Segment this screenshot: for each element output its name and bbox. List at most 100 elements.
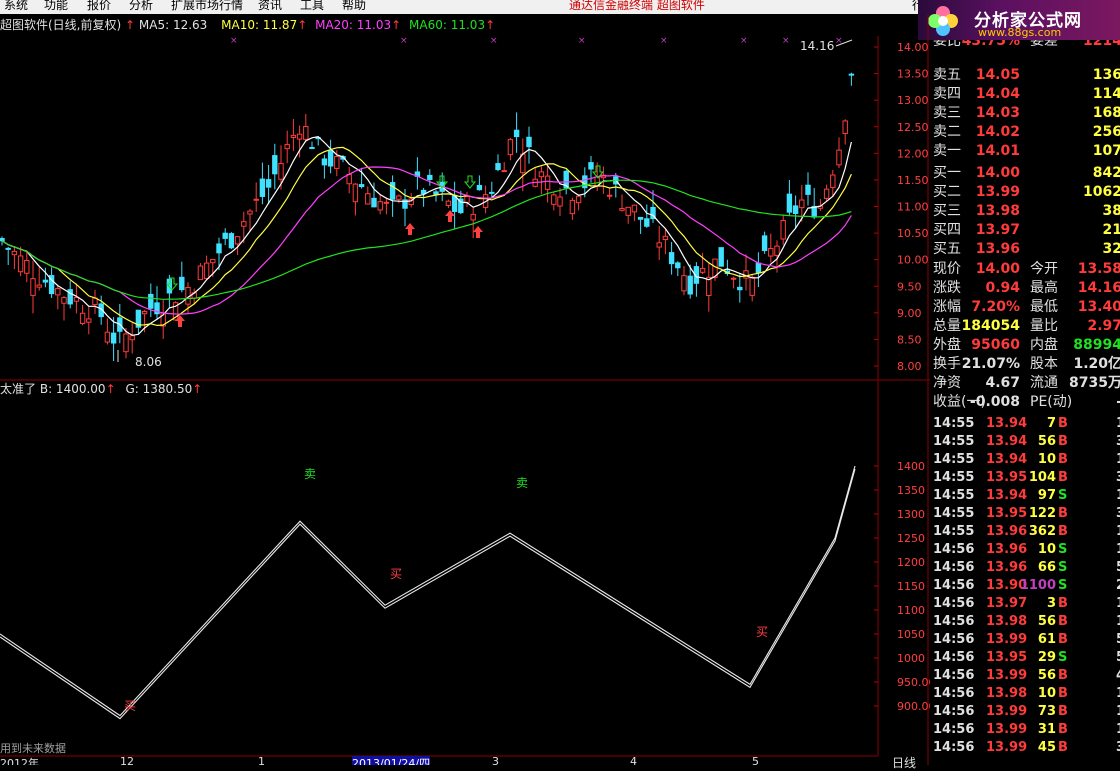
tick-count: 5 bbox=[1116, 631, 1120, 649]
bid-row[interactable]: 买二 13.99 1062 bbox=[930, 183, 1120, 202]
arrow-up-icon: ↑ bbox=[105, 382, 116, 396]
tick-price: 13.95 bbox=[986, 506, 1028, 521]
marker-x: × bbox=[660, 36, 668, 46]
stat-label: 量比 bbox=[1030, 318, 1058, 334]
tick-direction: S bbox=[1058, 488, 1068, 503]
tick-count: 1 bbox=[1116, 541, 1120, 559]
tick-time: 14:55 bbox=[933, 488, 975, 503]
candle-body bbox=[265, 179, 272, 188]
tick-count: 1 bbox=[1116, 415, 1120, 433]
ask-price: 14.05 bbox=[975, 67, 1020, 83]
weicha-value: 1214 bbox=[1083, 40, 1120, 49]
ask-price: 14.04 bbox=[975, 86, 1020, 102]
candle-body bbox=[730, 277, 737, 280]
ask-row[interactable]: 卖一 14.01 107 bbox=[930, 142, 1120, 161]
site-logo: 分析家公式网 www.88gs.com bbox=[918, 0, 1120, 40]
stat-label: 总量 bbox=[933, 318, 961, 334]
indicator-tick-label: 950.00 bbox=[897, 676, 930, 689]
tick-row: 14:56 13.96 66S 5 bbox=[930, 559, 1120, 577]
time-label: 2012年 bbox=[0, 757, 39, 765]
bid-row[interactable]: 买三 13.98 38 bbox=[930, 202, 1120, 221]
tick-time: 14:55 bbox=[933, 470, 975, 485]
bid-row[interactable]: 买五 13.96 32 bbox=[930, 240, 1120, 259]
candle-body bbox=[358, 184, 365, 188]
bid-row[interactable]: 买一 14.00 842 bbox=[930, 164, 1120, 183]
stat-value: 13.40 bbox=[1077, 299, 1120, 315]
candle-body bbox=[17, 255, 24, 273]
tick-volume: 29 bbox=[1037, 650, 1056, 665]
candle-body bbox=[327, 150, 334, 167]
price-tick-label: 9.00 bbox=[897, 307, 922, 320]
tick-volume: 104 bbox=[1028, 470, 1056, 485]
price-tick-label: 9.50 bbox=[897, 280, 922, 293]
buy-signal: 买 bbox=[124, 699, 136, 713]
stat-value: 4.67 bbox=[985, 375, 1020, 391]
candle-body bbox=[538, 171, 545, 178]
tick-time: 14:56 bbox=[933, 650, 975, 665]
tick-time: 14:56 bbox=[933, 542, 975, 557]
tick-volume: 45 bbox=[1037, 740, 1056, 755]
tick-volume: 3 bbox=[1046, 596, 1056, 611]
bid-price: 13.97 bbox=[975, 222, 1020, 238]
candle-body bbox=[197, 265, 204, 281]
tick-volume: 56 bbox=[1037, 434, 1056, 449]
ask-label: 卖四 bbox=[933, 86, 961, 102]
tick-count: 1 bbox=[1116, 487, 1120, 505]
candle-body bbox=[489, 191, 495, 194]
candle-body bbox=[216, 243, 222, 254]
bid-volume: 21 bbox=[1102, 222, 1120, 238]
bid-label: 买一 bbox=[933, 165, 961, 181]
candle-body bbox=[495, 163, 501, 171]
arrow-up-icon: ↑ bbox=[192, 382, 203, 396]
candle-body bbox=[253, 198, 259, 201]
tick-direction: S bbox=[1058, 560, 1068, 575]
candle-body bbox=[371, 197, 377, 208]
buy-arrow-icon bbox=[405, 223, 415, 235]
candle-body bbox=[588, 162, 594, 170]
candle-body bbox=[86, 318, 92, 323]
tick-count: 1 bbox=[1116, 613, 1120, 631]
candle-body bbox=[110, 332, 117, 344]
candle-body bbox=[290, 134, 297, 138]
ask-row[interactable]: 卖五 14.05 136 bbox=[930, 66, 1120, 85]
candle-body bbox=[420, 189, 427, 195]
indicator-tick-label: 1100 bbox=[897, 604, 925, 617]
tick-price: 13.96 bbox=[986, 560, 1028, 575]
tick-count: 1 bbox=[1116, 721, 1120, 739]
marker-x: × bbox=[490, 36, 498, 46]
candle-body bbox=[296, 133, 303, 140]
sell-signal: 卖 bbox=[516, 476, 528, 490]
indicator-line bbox=[0, 468, 856, 720]
tick-row: 14:56 13.99 31B 1 bbox=[930, 721, 1120, 739]
candle-body bbox=[0, 238, 5, 242]
tick-volume: 56 bbox=[1037, 614, 1056, 629]
ask-label: 卖二 bbox=[933, 124, 961, 140]
price-tick-label: 11.00 bbox=[897, 201, 929, 214]
stat-row: 收益(一)-0.008PE(动)- bbox=[930, 393, 1120, 412]
tick-time: 14:56 bbox=[933, 668, 975, 683]
period-label[interactable]: 日线 bbox=[892, 754, 916, 771]
bid-row[interactable]: 买四 13.97 21 bbox=[930, 221, 1120, 240]
tick-price: 13.99 bbox=[986, 740, 1028, 755]
stat-value: 21.07% bbox=[961, 356, 1020, 372]
tick-time: 14:56 bbox=[933, 596, 975, 611]
ask-row[interactable]: 卖四 14.04 114 bbox=[930, 85, 1120, 104]
tick-time: 14:56 bbox=[933, 560, 975, 575]
price-tick-label: 8.50 bbox=[897, 333, 922, 346]
tick-count: 3 bbox=[1116, 469, 1120, 487]
flower-icon bbox=[928, 6, 958, 36]
price-tick-label: 12.50 bbox=[897, 121, 929, 134]
tick-count: 3 bbox=[1116, 505, 1120, 523]
ask-row[interactable]: 卖三 14.03 168 bbox=[930, 104, 1120, 123]
stat-label: 现价 bbox=[933, 261, 961, 277]
tick-price: 13.99 bbox=[986, 704, 1028, 719]
stat-value: 14.00 bbox=[975, 261, 1020, 277]
tick-row: 14:56 13.99 56B 4 bbox=[930, 667, 1120, 685]
indicator-line bbox=[0, 465, 856, 717]
ask-price: 14.02 bbox=[975, 124, 1020, 140]
candle-body bbox=[557, 196, 563, 207]
ask-volume: 256 bbox=[1092, 124, 1120, 140]
candle-body bbox=[24, 260, 30, 274]
ask-row[interactable]: 卖二 14.02 256 bbox=[930, 123, 1120, 142]
weicha-label: 委差 bbox=[1030, 40, 1058, 49]
